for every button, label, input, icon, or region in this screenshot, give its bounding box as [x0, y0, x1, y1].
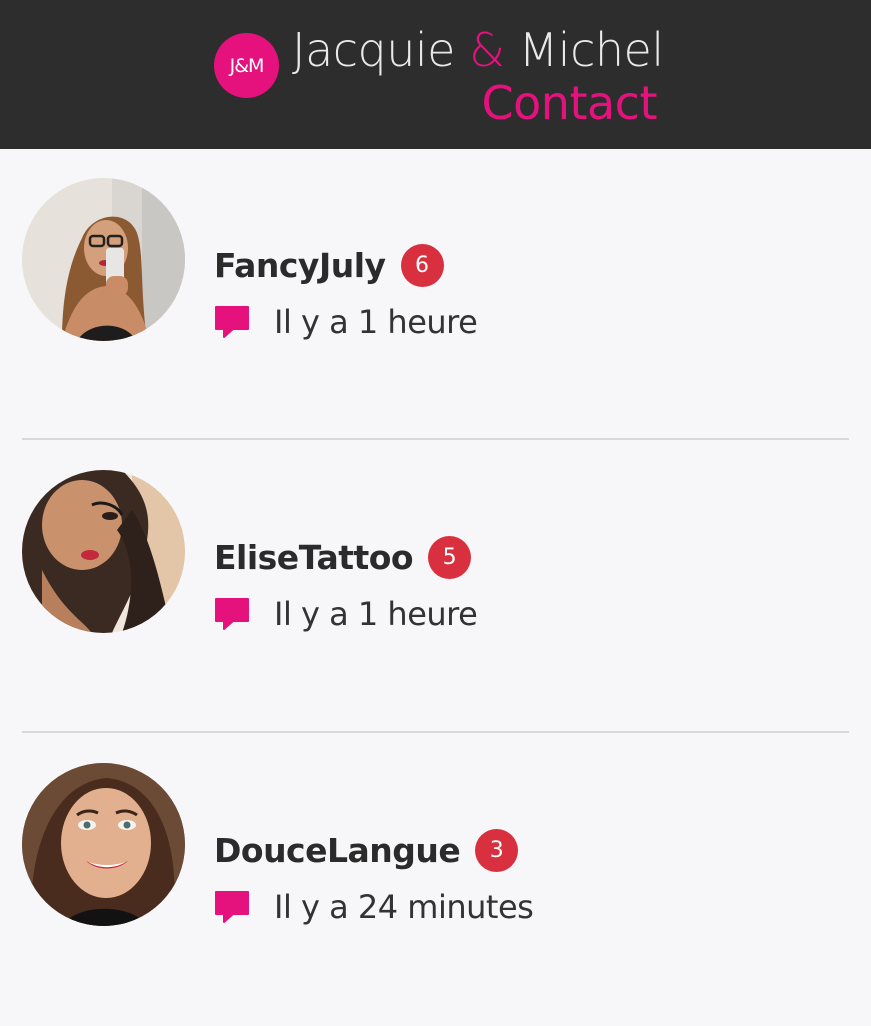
logo-badge[interactable]: J&M: [214, 33, 279, 98]
last-message-row: Il y a 24 minutes: [214, 887, 534, 927]
contact-name[interactable]: DouceLangue: [214, 831, 461, 870]
chat-bubble-icon: [215, 891, 249, 923]
page-subtitle: Contact: [481, 76, 658, 130]
app-header: J&M Jacquie & Michel Contact: [0, 0, 871, 149]
divider: [22, 438, 849, 440]
unread-count-badge: 3: [475, 828, 519, 872]
chat-bubble-icon: [215, 306, 249, 338]
contact-name[interactable]: FancyJuly: [214, 246, 386, 285]
contact-item[interactable]: DouceLangue 3 Il y a 24 minutes: [0, 734, 871, 1026]
brand-ampersand: &: [469, 23, 505, 77]
unread-count-badge: 5: [428, 535, 472, 579]
contact-name-row: FancyJuly 6: [214, 243, 444, 287]
unread-count-badge: 6: [400, 243, 444, 287]
contact-name-row: DouceLangue 3: [214, 828, 519, 872]
last-message-time: Il y a 1 heure: [274, 595, 478, 633]
brand-name-first: Jacquie: [292, 23, 470, 77]
last-message-time: Il y a 1 heure: [274, 303, 478, 341]
brand-name-second: Michel: [504, 23, 665, 77]
last-message-row: Il y a 1 heure: [214, 302, 478, 342]
last-message-row: Il y a 1 heure: [214, 594, 478, 634]
contact-name[interactable]: EliseTattoo: [214, 538, 414, 577]
avatar[interactable]: [22, 470, 185, 633]
contact-name-row: EliseTattoo 5: [214, 535, 472, 579]
avatar[interactable]: [22, 763, 185, 926]
avatar[interactable]: [22, 178, 185, 341]
contact-item[interactable]: EliseTattoo 5 Il y a 1 heure: [0, 441, 871, 733]
divider: [22, 731, 849, 733]
brand-title: Jacquie & Michel: [292, 22, 664, 78]
contact-item[interactable]: FancyJuly 6 Il y a 1 heure: [0, 149, 871, 441]
chat-bubble-icon: [215, 598, 249, 630]
last-message-time: Il y a 24 minutes: [274, 888, 534, 926]
